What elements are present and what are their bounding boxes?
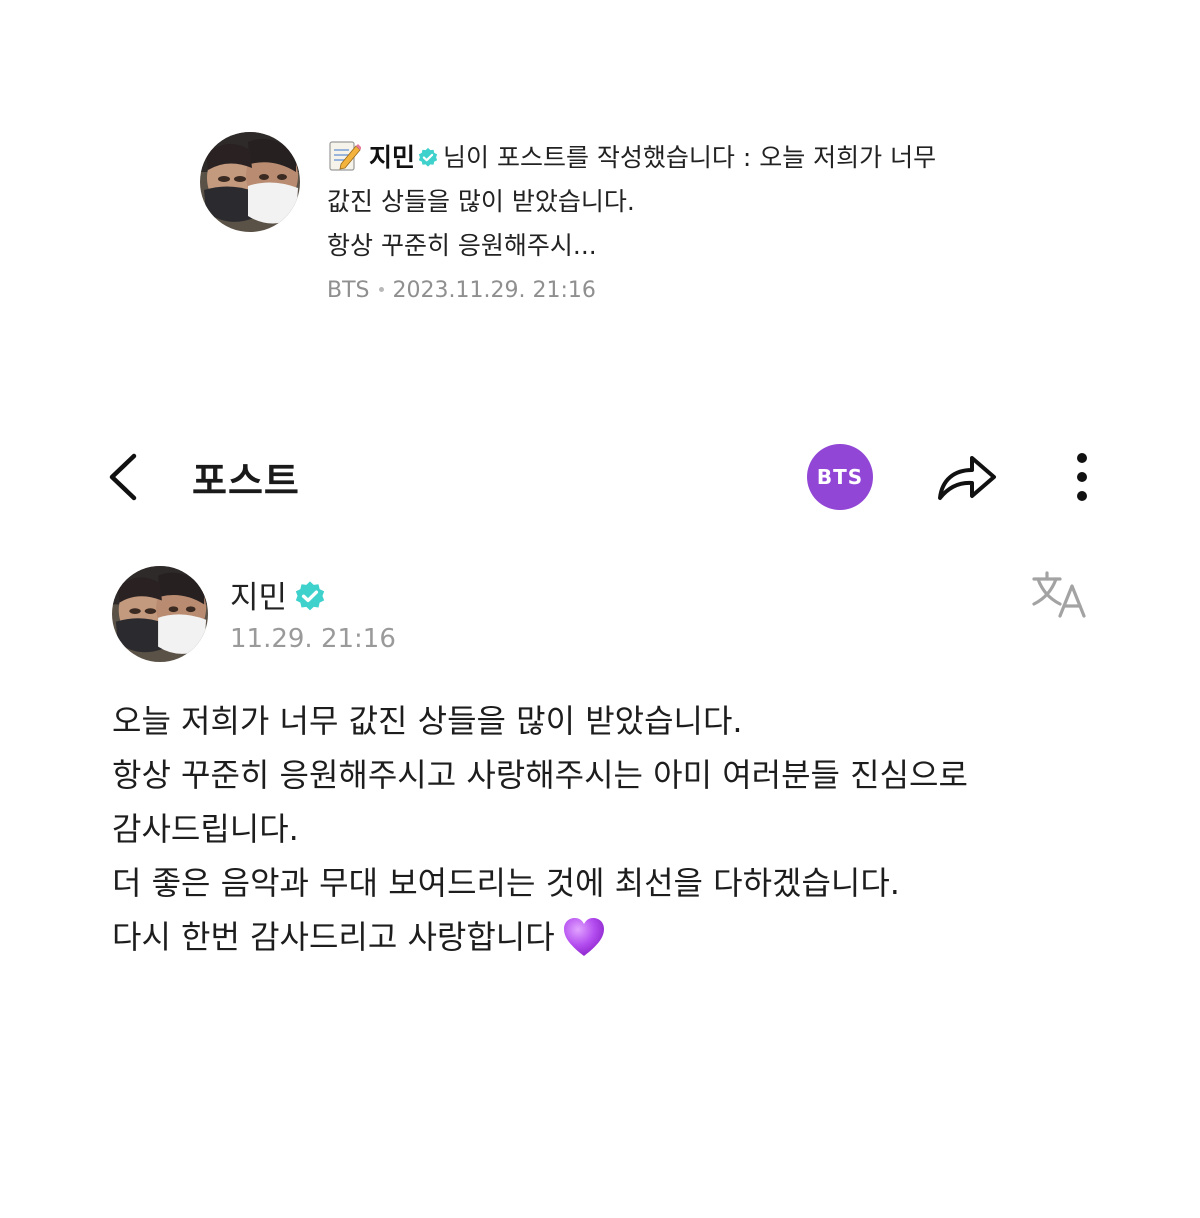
notification-timestamp: 2023.11.29. 21:16 <box>392 278 596 303</box>
memo-icon <box>327 138 362 172</box>
post-text-line: 더 좋은 음악과 무대 보여드리는 것에 최선을 다하겠습니다. <box>112 864 900 902</box>
author-name[interactable]: 지민 <box>230 580 287 616</box>
translate-button[interactable] <box>1030 570 1090 620</box>
chevron-left-icon <box>109 453 137 501</box>
author-name-row[interactable]: 지민 <box>230 572 327 617</box>
notification-text-line1: 님이 포스트를 작성했습니다 : 오늘 저희가 너무 <box>443 143 937 172</box>
avatar[interactable] <box>200 132 300 232</box>
share-icon <box>938 456 996 500</box>
author-avatar[interactable] <box>112 566 208 662</box>
notification-meta: BTS 2023.11.29. 21:16 <box>327 278 977 303</box>
page-title: 포스트 <box>192 459 300 503</box>
post-text-line: 오늘 저희가 너무 값진 상들을 많이 받았습니다. <box>112 702 743 740</box>
verified-badge-icon <box>417 139 439 167</box>
share-button[interactable] <box>934 450 1000 506</box>
post-text-line: 감사드립니다. <box>112 810 299 848</box>
back-button[interactable] <box>100 448 146 506</box>
separator-dot <box>378 287 384 292</box>
translate-icon <box>1032 571 1086 618</box>
notification-source: BTS <box>327 278 370 303</box>
more-options-button[interactable] <box>1064 450 1100 506</box>
verified-badge-icon <box>293 580 327 614</box>
post-text-line: 항상 꾸준히 응원해주시고 사랑해주시는 아미 여러분들 진심으로 <box>112 756 968 794</box>
post-content: 오늘 저희가 너무 값진 상들을 많이 받았습니다. 항상 꾸준히 응원해주시고… <box>112 694 1072 964</box>
community-badge-button[interactable]: BTS <box>807 444 873 510</box>
notification-text-line3: 항상 꾸준히 응원해주시... <box>327 231 597 260</box>
post-time: 11.29. 21:16 <box>230 624 396 654</box>
post-header: 포스트 BTS <box>0 440 1200 514</box>
notification-author[interactable]: 지민 <box>369 143 415 172</box>
notification-text-line2: 값진 상들을 많이 받았습니다. <box>327 187 635 216</box>
post-text-line: 다시 한번 감사드리고 사랑합니다 <box>112 918 555 956</box>
post-text-line-last: 다시 한번 감사드리고 사랑합니다 <box>112 910 1072 964</box>
more-vertical-icon <box>1077 453 1087 501</box>
purple-heart-icon <box>561 914 607 960</box>
